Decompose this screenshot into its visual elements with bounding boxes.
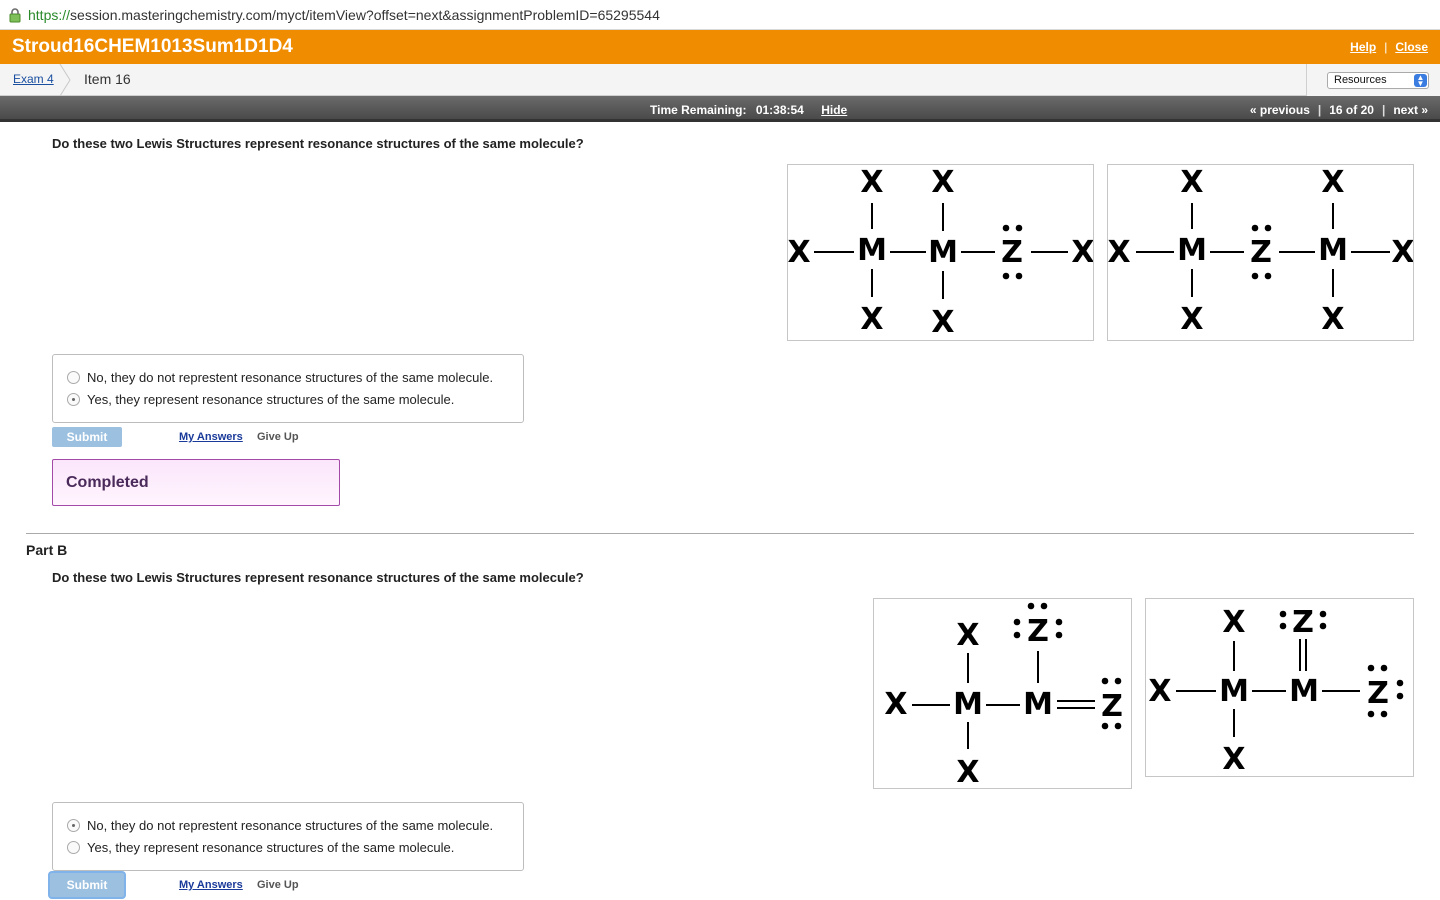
breadcrumb-exam-link[interactable]: Exam 4 bbox=[13, 72, 54, 86]
atom-x: X bbox=[1148, 674, 1171, 709]
atom-m: M bbox=[928, 235, 958, 270]
breadcrumb-chevron-icon bbox=[59, 64, 71, 96]
lewis-structure-b2-drawing: X Z X M M Z X bbox=[1148, 605, 1404, 776]
atom-x: X bbox=[1180, 302, 1203, 337]
part-b-answer-options: No, they do not represtent resonance str… bbox=[52, 802, 524, 871]
atom-x: X bbox=[1321, 302, 1344, 337]
time-remaining-value: 01:38:54 bbox=[755, 103, 804, 117]
course-title: Stroud16CHEM1013Sum1D1D4 bbox=[12, 36, 293, 57]
resources-label: Resources bbox=[1334, 74, 1387, 86]
previous-link[interactable]: « previous bbox=[1250, 103, 1310, 117]
atom-x: X bbox=[931, 165, 954, 200]
time-bar: Time Remaining: 01:38:54 Hide « previous… bbox=[0, 96, 1440, 122]
lock-icon bbox=[9, 7, 21, 22]
atom-x: X bbox=[788, 235, 811, 270]
atom-m: M bbox=[1177, 233, 1207, 268]
option-label: Yes, they represent resonance structures… bbox=[87, 840, 455, 855]
option-label: No, they do not represtent resonance str… bbox=[87, 818, 494, 833]
option-label: No, they do not represtent resonance str… bbox=[87, 370, 494, 385]
part-a-submit-button[interactable]: Submit bbox=[52, 427, 122, 447]
select-arrows-icon: ▲ ▼ bbox=[1414, 74, 1427, 88]
header-separator: | bbox=[1384, 40, 1388, 54]
part-b-submit-button[interactable]: Submit bbox=[50, 873, 124, 897]
nav-separator: | bbox=[1381, 103, 1386, 117]
atom-z: Z bbox=[1101, 689, 1123, 724]
atom-m: M bbox=[1023, 687, 1053, 722]
atom-x: X bbox=[1391, 235, 1413, 270]
nav-separator: | bbox=[1317, 103, 1322, 117]
part-b-question: Do these two Lewis Structures represent … bbox=[52, 570, 584, 585]
atom-m: M bbox=[1318, 233, 1348, 268]
url-text: session.masteringchemistry.com/myct/item… bbox=[70, 6, 660, 23]
lewis-structure-a1: X X X M M Z X X X bbox=[787, 164, 1094, 341]
close-link[interactable]: Close bbox=[1395, 40, 1428, 54]
address-bar[interactable]: https://session.masteringchemistry.com/m… bbox=[0, 0, 1440, 30]
radio-button-selected[interactable] bbox=[67, 819, 80, 832]
lewis-structure-b2: X Z X M M Z X bbox=[1145, 598, 1414, 777]
atom-x: X bbox=[1071, 235, 1093, 270]
resources-panel: Resources ▲ ▼ bbox=[1306, 64, 1440, 96]
atom-x: X bbox=[1180, 165, 1203, 200]
time-remaining: Time Remaining: 01:38:54 Hide bbox=[650, 103, 847, 117]
atom-z: Z bbox=[1027, 614, 1049, 649]
part-a-option-no[interactable]: No, they do not represtent resonance str… bbox=[67, 370, 493, 385]
lewis-structure-a2-drawing: X X X M Z M X X X bbox=[1108, 165, 1413, 337]
time-remaining-label: Time Remaining: bbox=[650, 103, 747, 117]
header-links: Help | Close bbox=[1350, 40, 1428, 54]
breadcrumb-item: Item 16 bbox=[84, 71, 131, 87]
part-divider bbox=[26, 533, 1414, 534]
resources-select[interactable]: Resources ▲ ▼ bbox=[1327, 72, 1429, 89]
part-a-option-yes[interactable]: Yes, they represent resonance structures… bbox=[67, 392, 454, 407]
atom-x: X bbox=[1222, 605, 1245, 640]
part-a-question: Do these two Lewis Structures represent … bbox=[52, 136, 584, 151]
atom-x: X bbox=[956, 618, 979, 653]
part-a-my-answers-link[interactable]: My Answers bbox=[179, 431, 243, 443]
atom-x: X bbox=[1108, 235, 1131, 270]
part-a-give-up-link[interactable]: Give Up bbox=[257, 431, 299, 443]
atom-m: M bbox=[857, 233, 887, 268]
part-b-option-yes[interactable]: Yes, they represent resonance structures… bbox=[67, 840, 454, 855]
lewis-structure-b1-drawing: X Z X M M Z X bbox=[884, 602, 1123, 788]
next-link[interactable]: next » bbox=[1393, 103, 1428, 117]
atom-x: X bbox=[884, 687, 907, 722]
atom-m: M bbox=[1289, 674, 1319, 709]
part-a-answer-options: No, they do not represtent resonance str… bbox=[52, 354, 524, 423]
atom-x: X bbox=[931, 305, 954, 340]
atom-m: M bbox=[953, 687, 983, 722]
radio-button-selected[interactable] bbox=[67, 393, 80, 406]
lewis-structure-b1: X Z X M M Z X bbox=[873, 598, 1132, 789]
atom-z: Z bbox=[1292, 605, 1314, 640]
part-b-option-no[interactable]: No, they do not represtent resonance str… bbox=[67, 818, 493, 833]
url-scheme: https:// bbox=[28, 6, 71, 23]
course-header: Stroud16CHEM1013Sum1D1D4 Help | Close bbox=[0, 30, 1440, 64]
item-position: 16 of 20 bbox=[1329, 103, 1374, 117]
part-b-title: Part B bbox=[26, 542, 68, 558]
radio-button[interactable] bbox=[67, 371, 80, 384]
completed-status: Completed bbox=[52, 459, 340, 506]
part-b-my-answers-link[interactable]: My Answers bbox=[179, 879, 243, 891]
atom-x: X bbox=[1222, 742, 1245, 776]
atom-x: X bbox=[860, 165, 883, 200]
lewis-structure-a2: X X X M Z M X X X bbox=[1107, 164, 1414, 341]
atom-x: X bbox=[956, 755, 979, 788]
breadcrumb: Exam 4 Item 16 Resources ▲ ▼ bbox=[0, 64, 1440, 96]
radio-button[interactable] bbox=[67, 841, 80, 854]
atom-m: M bbox=[1219, 674, 1249, 709]
atom-x: X bbox=[1321, 165, 1344, 200]
atom-z: Z bbox=[1250, 235, 1272, 270]
atom-z: Z bbox=[1367, 676, 1389, 711]
option-label: Yes, they represent resonance structures… bbox=[87, 392, 455, 407]
lewis-structure-a1-drawing: X X X M M Z X X X bbox=[788, 165, 1093, 340]
atom-x: X bbox=[860, 302, 883, 337]
hide-timer-link[interactable]: Hide bbox=[821, 103, 847, 117]
item-navigation: « previous | 16 of 20 | next » bbox=[1250, 103, 1428, 117]
part-b-give-up-link[interactable]: Give Up bbox=[257, 879, 299, 891]
atom-z: Z bbox=[1001, 235, 1023, 270]
help-link[interactable]: Help bbox=[1350, 40, 1376, 54]
